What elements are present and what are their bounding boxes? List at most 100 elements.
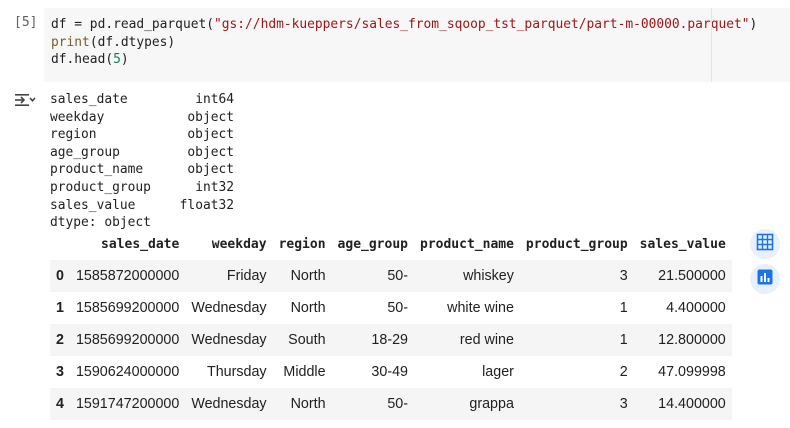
table-cell: 47.099998	[658, 364, 726, 380]
dtype-column-name: age_group	[50, 144, 120, 160]
dtype-column-name: sales_date	[50, 92, 128, 107]
table-cell: Friday	[185, 260, 273, 292]
column-header: sales_date	[101, 237, 180, 252]
table-cell: 21.500000	[633, 260, 732, 292]
table-row: 1 1585699200000 Wednesday North 50- white win…	[50, 292, 732, 324]
table-cell: 1	[619, 300, 628, 316]
row-index: 1	[56, 300, 64, 316]
table-cell: North	[290, 300, 326, 316]
table-cell: Wednesday	[191, 300, 267, 316]
index-header	[50, 229, 70, 260]
table-cell: 4.400000	[666, 300, 726, 316]
dtypes-output: sales_date int64 weekday object region object…	[50, 91, 234, 232]
table-row: 2 1585699200000 Wednesday South 18-29 red win…	[50, 324, 732, 356]
table-cell: 2	[619, 364, 628, 380]
table-row: 4 1591747200000 Wednesday North 50- grappa 3 14…	[50, 388, 732, 420]
row-index: 4	[50, 388, 70, 420]
table-cell: Middle	[283, 364, 326, 380]
code-token: df.head(	[51, 52, 114, 67]
code-editor[interactable]: df = pd.read_parquet("gs://hdm-kueppers/…	[44, 8, 790, 82]
table-icon	[756, 233, 774, 256]
dtype-value: int32	[195, 179, 234, 195]
column-header: weekday	[211, 237, 267, 252]
dtype-column-name: product_group	[50, 179, 151, 195]
column-header: age_group	[337, 237, 408, 252]
execution-count: [5]	[14, 15, 38, 30]
code-token: print	[51, 34, 90, 50]
table-cell: 50-	[387, 300, 408, 316]
code-line: print(df.dtypes)	[51, 34, 757, 52]
chart-suggest-button[interactable]	[750, 264, 780, 294]
table-row: 0 1585872000000 Friday North 50- whiskey 3 21.5…	[50, 260, 732, 292]
dtype-column-name: region	[50, 127, 97, 143]
dtype-value: object	[187, 144, 234, 160]
dtype-column-name: product_name	[50, 162, 144, 178]
output-toggle-icon[interactable]	[14, 92, 36, 108]
code-line: df = pd.read_parquet("gs://hdm-kueppers/…	[51, 16, 757, 34]
table-cell: North	[272, 388, 332, 420]
table-body: 0 1585872000000 Friday North 50- whiskey 3 21.5…	[50, 260, 732, 420]
code-token: read_parquet	[113, 17, 207, 32]
row-index: 2	[50, 324, 70, 356]
table-cell: South	[272, 324, 332, 356]
table-cell: Wednesday	[185, 388, 273, 420]
table-cell: Thursday	[206, 364, 267, 380]
notebook-cell: [5] df = pd.read_parquet("gs://hdm-kuepp…	[0, 0, 790, 428]
table-view-button[interactable]	[750, 229, 780, 259]
table-row: 3 1590624000000 Thursday Middle 30-49 lager 2 4…	[50, 356, 732, 388]
dtype-value: object	[187, 127, 234, 143]
table-cell: 30-49	[371, 364, 408, 380]
table-cell: 18-29	[331, 324, 414, 356]
row-index: 3	[56, 364, 64, 380]
dtype-row: age_group object	[50, 144, 234, 162]
table-cell: 1585699200000	[75, 300, 180, 316]
row-index: 0	[50, 260, 70, 292]
dtype-row: sales_value float32	[50, 197, 234, 215]
table-cell: 1585699200000	[69, 324, 186, 356]
dtype-row: weekday object	[50, 109, 234, 127]
column-header: product_group	[525, 237, 628, 252]
code-token: df = pd.	[51, 17, 114, 32]
dataframe-table: sales_date weekday region age_group product_…	[50, 229, 732, 420]
table-cell: grappa	[414, 388, 520, 420]
dtype-column-name: sales_value	[50, 197, 136, 213]
table-cell: 12.800000	[633, 324, 732, 356]
table-cell: 50-	[331, 260, 414, 292]
table-cell: 1585872000000	[69, 260, 186, 292]
table-cell: 1	[519, 324, 634, 356]
table-cell: 3	[519, 260, 634, 292]
table-cell: red wine	[414, 324, 520, 356]
table-cell: North	[272, 260, 332, 292]
dtype-value: object	[187, 162, 234, 178]
table-cell: lager	[482, 364, 514, 380]
code-line: df.head(5)	[51, 51, 757, 69]
code-token: (	[206, 17, 214, 32]
dtype-row: product_name object	[50, 161, 234, 179]
code-token: "gs://hdm-kueppers/sales_from_sqoop_tst_…	[214, 17, 750, 32]
table-header-row: sales_date weekday region age_group product_…	[50, 229, 732, 260]
code-token: )	[120, 52, 129, 67]
column-header: product_name	[420, 237, 514, 252]
table-cell: Wednesday	[185, 324, 273, 356]
dtype-row: sales_date int64	[50, 91, 234, 109]
column-header: sales_value	[639, 237, 726, 252]
code-token: )	[749, 17, 758, 32]
table-cell: 50-	[331, 388, 414, 420]
dtype-column-name: weekday	[50, 109, 105, 125]
table-cell: 3	[519, 388, 634, 420]
code-token: 5	[113, 52, 121, 67]
table-cell: 1591747200000	[69, 388, 186, 420]
column-header: region	[278, 237, 326, 252]
table-cell: 14.400000	[633, 388, 732, 420]
table-cell: white wine	[447, 300, 514, 316]
table-cell: 1590624000000	[75, 364, 180, 380]
dtype-value: int64	[195, 92, 234, 107]
dtype-row: region object	[50, 126, 234, 144]
bar-chart-icon	[756, 268, 774, 291]
dtype-value: float32	[179, 197, 234, 213]
dtype-value: object	[187, 109, 234, 125]
dtype-row: product_group int32	[50, 179, 234, 197]
table-cell: whiskey	[414, 260, 520, 292]
code-ruler	[711, 8, 712, 82]
code-text[interactable]: df = pd.read_parquet("gs://hdm-kueppers/…	[51, 16, 757, 69]
